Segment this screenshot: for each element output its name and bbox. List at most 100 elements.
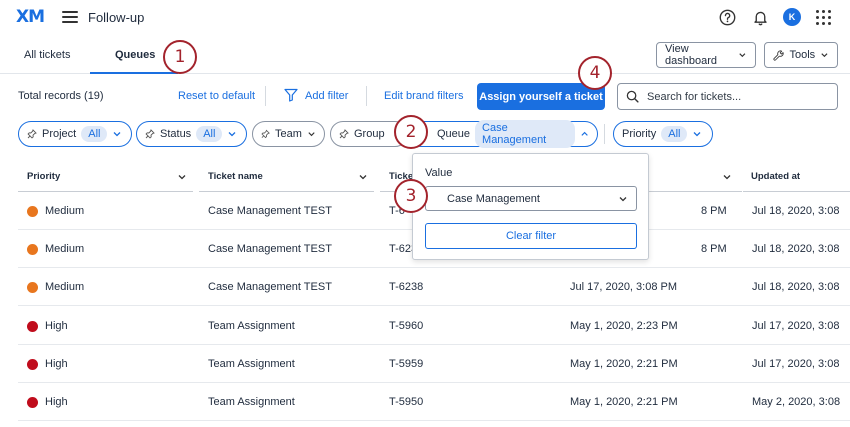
active-tab-indicator bbox=[90, 72, 178, 74]
ticket-cell[interactable]: T-5959 bbox=[389, 358, 423, 370]
filter-queue-value: Case Management bbox=[475, 120, 575, 148]
view-dashboard-button[interactable]: View dashboard bbox=[656, 42, 756, 68]
app-title: Follow-up bbox=[88, 10, 145, 25]
chevron-down-icon[interactable] bbox=[177, 172, 187, 182]
pin-icon bbox=[339, 129, 349, 139]
divider bbox=[366, 86, 367, 106]
callout-2: 2 bbox=[394, 115, 428, 149]
filter-status-label: Status bbox=[160, 128, 192, 140]
menu-icon[interactable] bbox=[62, 11, 78, 23]
chevron-down-icon bbox=[694, 132, 701, 137]
table-row[interactable]: High Team Assignment T-5959 May 1, 2020, 2:… bbox=[18, 345, 850, 383]
table-row[interactable]: High Team Assignment T-5960 May 1, 2020, 2:… bbox=[18, 307, 850, 345]
updated-at-cell: May 2, 2020, 3:08 bbox=[752, 396, 841, 408]
priority-dot-icon bbox=[27, 321, 38, 332]
add-filter-link[interactable]: Add filter bbox=[305, 90, 348, 102]
filter-team[interactable]: Team bbox=[252, 121, 325, 147]
chevron-down-icon bbox=[114, 132, 121, 137]
created-cell: May 1, 2020, 2:23 PM bbox=[570, 320, 678, 332]
edit-brand-filters-link[interactable]: Edit brand filters bbox=[384, 90, 463, 102]
chevron-down-icon bbox=[821, 53, 828, 58]
clear-filter-button[interactable]: Clear filter bbox=[425, 223, 637, 249]
priority-cell: High bbox=[45, 320, 68, 332]
view-dashboard-label: View dashboard bbox=[665, 43, 717, 67]
priority-cell: Medium bbox=[45, 205, 85, 217]
filter-status-value: All bbox=[196, 126, 223, 142]
chevron-up-icon bbox=[581, 131, 588, 136]
table-row[interactable]: High Team Assignment T-5950 May 1, 2020, 2:… bbox=[18, 383, 850, 421]
callout-3: 3 bbox=[394, 179, 428, 213]
column-header-ticket-name[interactable]: Ticket name bbox=[208, 171, 263, 182]
callout-1: 1 bbox=[163, 40, 197, 74]
top-bar: XM Follow-up K bbox=[0, 0, 850, 36]
queue-value-selected: Case Management bbox=[447, 192, 540, 205]
chevron-down-icon[interactable] bbox=[358, 172, 368, 182]
xm-logo[interactable]: XM bbox=[16, 7, 45, 27]
chevron-down-icon bbox=[228, 132, 236, 137]
tools-button[interactable]: Tools bbox=[764, 42, 838, 68]
divider bbox=[604, 124, 605, 144]
divider bbox=[265, 86, 266, 106]
ticket-name-cell[interactable]: Case Management TEST bbox=[208, 281, 332, 293]
chevron-down-icon bbox=[308, 132, 315, 137]
filter-project-label: Project bbox=[42, 128, 77, 140]
priority-cell: Medium bbox=[45, 243, 85, 255]
priority-dot-icon bbox=[27, 359, 38, 370]
ticket-name-cell[interactable]: Case Management TEST bbox=[208, 205, 332, 217]
chevron-down-icon[interactable] bbox=[722, 172, 732, 182]
filter-status[interactable]: Status All bbox=[136, 121, 247, 147]
pin-icon bbox=[261, 129, 270, 139]
ticket-name-cell[interactable]: Case Management TEST bbox=[208, 243, 332, 255]
updated-at-cell: Jul 18, 2020, 3:08 bbox=[752, 205, 840, 217]
ticket-name-cell[interactable]: Team Assignment bbox=[208, 320, 295, 332]
help-icon[interactable] bbox=[719, 9, 736, 26]
table-row[interactable]: Medium Case Management TEST T-6238 Jul 17, … bbox=[18, 268, 850, 306]
pin-icon bbox=[145, 129, 155, 139]
apps-grid-icon[interactable] bbox=[816, 10, 831, 25]
reset-to-default-link[interactable]: Reset to default bbox=[178, 90, 255, 102]
search-box[interactable]: Search for tickets... bbox=[617, 83, 838, 110]
priority-cell: High bbox=[45, 358, 68, 370]
ticket-name-cell[interactable]: Team Assignment bbox=[208, 396, 295, 408]
created-cell: Jul 17, 2020, 3:08 PM bbox=[570, 281, 678, 293]
tab-queues[interactable]: Queues bbox=[115, 49, 155, 61]
created-cell: 8 PM bbox=[701, 205, 727, 217]
ticket-cell[interactable]: T-5960 bbox=[389, 320, 423, 332]
filter-priority[interactable]: Priority All bbox=[613, 121, 713, 147]
tab-all-tickets[interactable]: All tickets bbox=[24, 49, 70, 61]
updated-at-cell: Jul 17, 2020, 3:08 bbox=[752, 358, 840, 370]
ticket-cell[interactable]: T-5950 bbox=[389, 396, 423, 408]
queue-filter-popover: Value Case Management Clear filter bbox=[412, 153, 649, 260]
tools-label: Tools bbox=[789, 49, 816, 61]
filter-group-label: Group bbox=[354, 128, 385, 140]
bell-icon[interactable] bbox=[752, 9, 769, 26]
queue-value-select[interactable]: Case Management bbox=[425, 186, 637, 211]
wrench-icon bbox=[773, 49, 784, 61]
created-cell: 8 PM bbox=[701, 243, 727, 255]
column-header-updated-at[interactable]: Updated at bbox=[751, 171, 800, 182]
search-icon bbox=[626, 90, 639, 103]
search-input[interactable]: Search for tickets... bbox=[647, 91, 741, 103]
filter-project-value: All bbox=[81, 126, 108, 142]
priority-dot-icon bbox=[27, 397, 38, 408]
ticket-name-cell[interactable]: Team Assignment bbox=[208, 358, 295, 370]
filter-priority-value: All bbox=[661, 126, 688, 142]
total-records: Total records (19) bbox=[18, 90, 104, 102]
updated-at-cell: Jul 18, 2020, 3:08 bbox=[752, 243, 840, 255]
avatar[interactable]: K bbox=[783, 8, 801, 26]
filter-icon[interactable] bbox=[284, 88, 298, 102]
ticket-cell[interactable]: T-6238 bbox=[389, 281, 423, 293]
priority-dot-icon bbox=[27, 244, 38, 255]
pin-icon bbox=[27, 129, 37, 139]
filter-queue-label: Queue bbox=[437, 128, 471, 140]
chevron-down-icon bbox=[619, 196, 627, 201]
created-cell: May 1, 2020, 2:21 PM bbox=[570, 396, 678, 408]
chevron-down-icon bbox=[739, 53, 746, 58]
updated-at-cell: Jul 18, 2020, 3:08 bbox=[752, 281, 840, 293]
column-header-priority[interactable]: Priority bbox=[27, 171, 60, 182]
filter-project[interactable]: Project All bbox=[18, 121, 132, 147]
priority-dot-icon bbox=[27, 282, 38, 293]
filter-team-label: Team bbox=[275, 128, 302, 140]
filter-queue[interactable]: Queue Case Management bbox=[408, 120, 598, 148]
filter-priority-label: Priority bbox=[622, 128, 657, 140]
